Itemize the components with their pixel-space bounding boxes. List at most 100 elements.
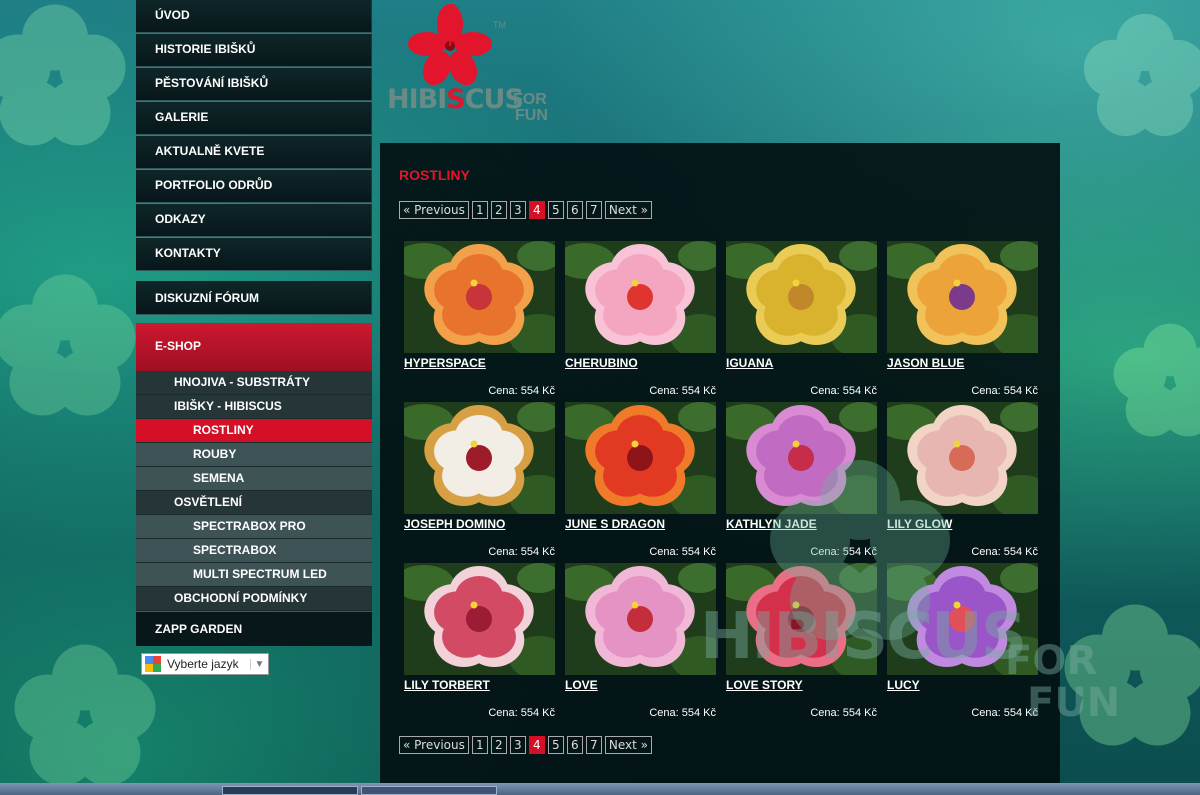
product-card: LOVE Cena: 554 Kč — [565, 563, 716, 719]
pagination-page[interactable]: 7 — [585, 736, 602, 754]
nav-item[interactable]: PORTFOLIO ODRŮD — [136, 170, 372, 203]
product-price: Cena: 554 Kč — [488, 707, 555, 719]
hibiscus-logo-icon — [408, 4, 492, 86]
google-translate-icon — [145, 656, 161, 672]
product-name-link[interactable]: HYPERSPACE — [404, 356, 555, 370]
product-name-link[interactable]: JUNE S DRAGON — [565, 517, 716, 531]
eshop-submenu-item[interactable]: ROSTLINY — [136, 419, 372, 443]
eshop-submenu-item[interactable]: SPECTRABOX PRO — [136, 515, 372, 539]
pagination-page[interactable]: 5 — [547, 201, 564, 219]
pagination-next[interactable]: Next » — [604, 736, 652, 754]
product-photo[interactable] — [726, 241, 877, 353]
nav-item-zapp-garden[interactable]: ZAPP GARDEN — [136, 612, 372, 646]
eshop-submenu-item[interactable]: HNOJIVA - SUBSTRÁTY — [136, 371, 372, 395]
pagination-page[interactable]: 5 — [547, 736, 564, 754]
nav-item-forum[interactable]: DISKUZNÍ FÓRUM — [136, 281, 372, 315]
taskbar-button[interactable] — [222, 786, 358, 795]
product-photo[interactable] — [565, 402, 716, 514]
os-taskbar — [0, 783, 1200, 795]
background-flower-icon — [0, 270, 140, 420]
hibiscus-flower-icon — [404, 402, 555, 514]
product-card: JUNE S DRAGON Cena: 554 Kč — [565, 402, 716, 558]
product-price: Cena: 554 Kč — [810, 385, 877, 397]
product-price: Cena: 554 Kč — [488, 385, 555, 397]
eshop-submenu-item[interactable]: SEMENA — [136, 467, 372, 491]
product-photo[interactable] — [404, 402, 555, 514]
eshop-submenu-item[interactable]: OSVĚTLENÍ — [136, 491, 372, 515]
product-card: LILY TORBERT Cena: 554 Kč — [404, 563, 555, 719]
product-name-link[interactable]: LOVE STORY — [726, 678, 877, 692]
pagination-next[interactable]: Next » — [604, 201, 652, 219]
product-name-link[interactable]: JOSEPH DOMINO — [404, 517, 555, 531]
eshop-submenu: HNOJIVA - SUBSTRÁTY IBIŠKY - HIBISCUS ROST… — [136, 371, 372, 611]
product-name-link[interactable]: CHERUBINO — [565, 356, 716, 370]
hibiscus-flower-icon — [565, 563, 716, 675]
product-photo[interactable] — [565, 241, 716, 353]
logo-tagline: FOR FUN — [513, 91, 548, 124]
pagination-page[interactable]: 6 — [566, 201, 583, 219]
main-navigation: ÚVOD HISTORIE IBIŠKŮ PĚSTOVÁNÍ IBIŠKŮ GALER… — [136, 0, 372, 646]
product-photo[interactable] — [887, 241, 1038, 353]
product-price: Cena: 554 Kč — [649, 546, 716, 558]
product-name-link[interactable]: LILY TORBERT — [404, 678, 555, 692]
hibiscus-flower-icon — [565, 241, 716, 353]
product-name-link[interactable]: LOVE — [565, 678, 716, 692]
nav-item[interactable]: PĚSTOVÁNÍ IBIŠKŮ — [136, 68, 372, 101]
nav-item-eshop[interactable]: E-SHOP — [136, 323, 372, 371]
pagination-page[interactable]: 2 — [490, 736, 507, 754]
background-flower-icon — [1080, 10, 1200, 140]
pagination-previous[interactable]: « Previous — [399, 201, 469, 219]
nav-item[interactable]: KONTAKTY — [136, 238, 372, 271]
product-card: JOSEPH DOMINO Cena: 554 Kč — [404, 402, 555, 558]
pagination-page[interactable]: 4 — [528, 201, 545, 219]
watermark-tagline: FOR FUN — [1005, 638, 1121, 726]
product-price: Cena: 554 Kč — [971, 385, 1038, 397]
eshop-submenu-item[interactable]: IBIŠKY - HIBISCUS — [136, 395, 372, 419]
background-flower-icon — [10, 640, 160, 790]
site-logo[interactable]: TM HIBISCUS FOR FUN — [385, 0, 555, 140]
nav-item[interactable]: HISTORIE IBIŠKŮ — [136, 34, 372, 67]
product-photo[interactable] — [565, 563, 716, 675]
language-selector[interactable]: Vyberte jazyk ▼ — [141, 653, 269, 675]
pagination-page[interactable]: 4 — [528, 736, 545, 754]
nav-item[interactable]: ÚVOD — [136, 0, 372, 33]
product-card: CHERUBINO Cena: 554 Kč — [565, 241, 716, 397]
language-selector-label: Vyberte jazyk — [167, 657, 239, 671]
pagination-previous[interactable]: « Previous — [399, 736, 469, 754]
pagination-page[interactable]: 2 — [490, 201, 507, 219]
nav-item[interactable]: GALERIE — [136, 102, 372, 135]
product-photo[interactable] — [404, 563, 555, 675]
product-name-link[interactable]: JASON BLUE — [887, 356, 1038, 370]
pagination-page[interactable]: 3 — [509, 201, 526, 219]
nav-item[interactable]: AKTUALNĚ KVETE — [136, 136, 372, 169]
watermark-text: HIBISCUS — [700, 600, 1027, 674]
pagination-page[interactable]: 1 — [471, 201, 488, 219]
product-card: JASON BLUE Cena: 554 Kč — [887, 241, 1038, 397]
pagination-bottom: « Previous 1 2 3 4 5 6 7 Next » — [399, 736, 652, 754]
hibiscus-flower-icon — [404, 563, 555, 675]
product-photo[interactable] — [404, 241, 555, 353]
product-price: Cena: 554 Kč — [810, 707, 877, 719]
product-name-link[interactable]: IGUANA — [726, 356, 877, 370]
pagination-page[interactable]: 7 — [585, 201, 602, 219]
hibiscus-flower-icon — [887, 241, 1038, 353]
eshop-submenu-item[interactable]: ROUBY — [136, 443, 372, 467]
nav-item[interactable]: ODKAZY — [136, 204, 372, 237]
hibiscus-flower-icon — [404, 241, 555, 353]
product-card: HYPERSPACE Cena: 554 Kč — [404, 241, 555, 397]
pagination-page[interactable]: 3 — [509, 736, 526, 754]
background-flower-icon — [0, 0, 130, 150]
product-card: IGUANA Cena: 554 Kč — [726, 241, 877, 397]
background-flower-icon — [1110, 300, 1200, 460]
pagination-top: « Previous 1 2 3 4 5 6 7 Next » — [399, 201, 652, 219]
eshop-submenu-item[interactable]: OBCHODNÍ PODMÍNKY — [136, 587, 372, 611]
logo-wordmark: HIBISCUS — [387, 84, 524, 115]
product-price: Cena: 554 Kč — [649, 385, 716, 397]
product-price: Cena: 554 Kč — [488, 546, 555, 558]
taskbar-button[interactable] — [361, 786, 497, 795]
pagination-page[interactable]: 1 — [471, 736, 488, 754]
dropdown-arrow-icon: ▼ — [250, 658, 268, 670]
eshop-submenu-item[interactable]: MULTI SPECTRUM LED — [136, 563, 372, 587]
eshop-submenu-item[interactable]: SPECTRABOX — [136, 539, 372, 563]
pagination-page[interactable]: 6 — [566, 736, 583, 754]
